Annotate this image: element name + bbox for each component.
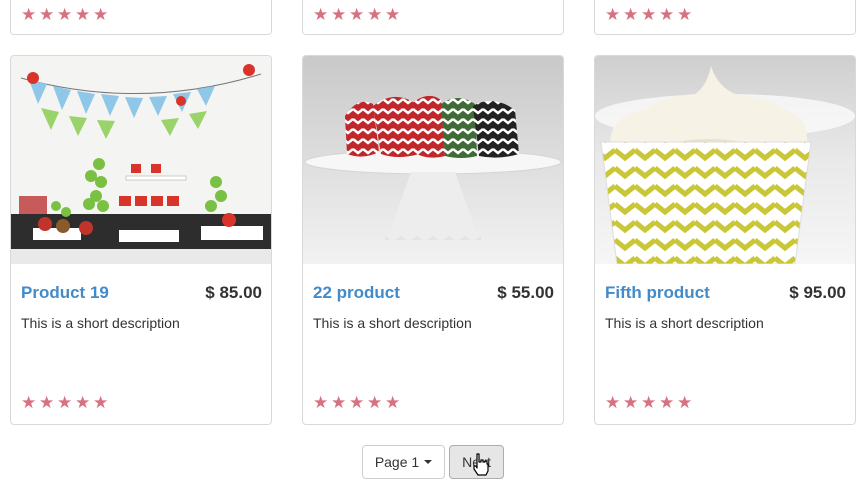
- star-icon: ★: [385, 5, 401, 25]
- cupcake-photo-icon: [595, 56, 855, 264]
- star-icon: ★: [313, 5, 329, 25]
- star-icon: ★: [349, 393, 365, 413]
- star-icon: ★: [677, 393, 693, 413]
- star-icon: ★: [331, 393, 347, 413]
- star-icon: ★: [75, 5, 91, 25]
- star-icon: ★: [641, 393, 657, 413]
- product-description: This is a short description: [21, 315, 180, 331]
- product-price: $ 85.00: [205, 283, 262, 302]
- star-icon: ★: [623, 5, 639, 25]
- star-icon: ★: [623, 393, 639, 413]
- rating-stars: ★ ★ ★ ★ ★: [313, 393, 402, 413]
- rating-stars: ★ ★ ★ ★ ★: [605, 393, 694, 413]
- rating-stars: ★ ★ ★ ★ ★: [313, 5, 402, 25]
- star-icon: ★: [349, 5, 365, 25]
- star-icon: ★: [385, 393, 401, 413]
- product-description: This is a short description: [313, 315, 472, 331]
- rating-stars: ★ ★ ★ ★ ★: [21, 5, 110, 25]
- product-price: $ 95.00: [789, 283, 846, 302]
- party-table-photo-icon: [11, 56, 271, 264]
- rating-stars: ★ ★ ★ ★ ★: [21, 393, 110, 413]
- star-icon: ★: [659, 393, 675, 413]
- star-icon: ★: [367, 5, 383, 25]
- star-icon: ★: [21, 393, 37, 413]
- star-icon: ★: [605, 393, 621, 413]
- star-icon: ★: [93, 393, 109, 413]
- product-image[interactable]: [595, 56, 855, 264]
- product-title-link[interactable]: Fifth product: [605, 283, 710, 303]
- star-icon: ★: [367, 393, 383, 413]
- star-icon: ★: [641, 5, 657, 25]
- product-card-top-1: ★ ★ ★ ★ ★: [10, 0, 272, 35]
- product-title-link[interactable]: Product 19: [21, 283, 109, 303]
- star-icon: ★: [677, 5, 693, 25]
- star-icon: ★: [331, 5, 347, 25]
- product-price: $ 55.00: [497, 283, 554, 302]
- caret-down-icon: [424, 460, 433, 464]
- product-title-link[interactable]: 22 product: [313, 283, 400, 303]
- rating-stars: ★ ★ ★ ★ ★: [605, 5, 694, 25]
- star-icon: ★: [75, 393, 91, 413]
- star-icon: ★: [39, 393, 55, 413]
- star-icon: ★: [313, 393, 329, 413]
- product-image[interactable]: [11, 56, 271, 264]
- star-icon: ★: [21, 5, 37, 25]
- product-card: 22 product $ 55.00 This is a short descr…: [302, 55, 564, 425]
- star-icon: ★: [659, 5, 675, 25]
- star-icon: ★: [57, 393, 73, 413]
- star-icon: ★: [93, 5, 109, 25]
- page-select-button[interactable]: Page 1: [362, 445, 445, 479]
- star-icon: ★: [605, 5, 621, 25]
- star-icon: ★: [39, 5, 55, 25]
- hand-pointer-icon: [473, 453, 489, 476]
- product-card: Product 19 $ 85.00 This is a short descr…: [10, 55, 272, 425]
- page-label: Page 1: [374, 454, 420, 470]
- product-card: Fifth product $ 95.00 This is a short de…: [594, 55, 856, 425]
- product-description: This is a short description: [605, 315, 764, 331]
- chevron-wrappers-photo-icon: [303, 56, 563, 264]
- product-card-top-2: ★ ★ ★ ★ ★: [302, 0, 564, 35]
- star-icon: ★: [57, 5, 73, 25]
- product-card-top-3: ★ ★ ★ ★ ★: [594, 0, 856, 35]
- product-image[interactable]: [303, 56, 563, 264]
